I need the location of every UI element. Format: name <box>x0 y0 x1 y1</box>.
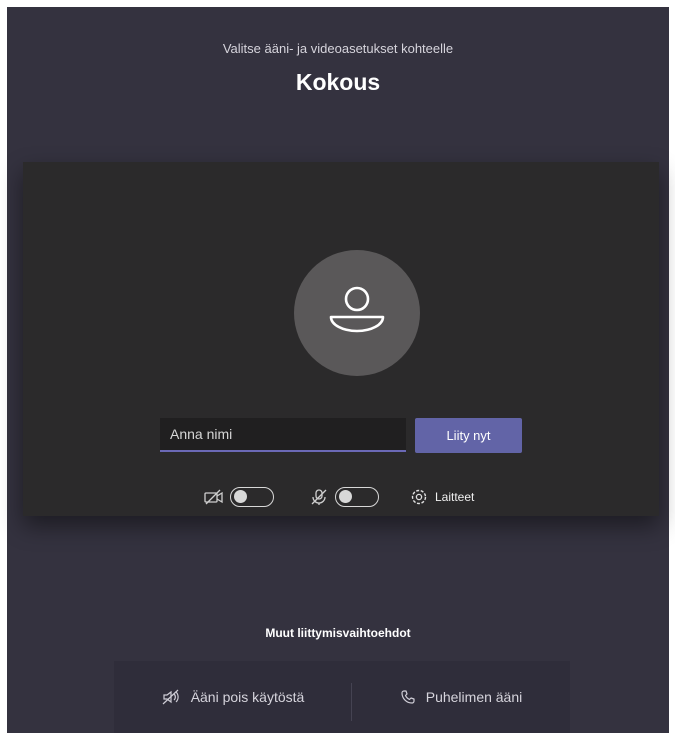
devices-button[interactable]: Laitteet <box>435 490 474 504</box>
mic-toggle-knob <box>339 490 352 503</box>
speaker-off-icon <box>161 689 181 705</box>
gear-icon[interactable] <box>409 487 429 512</box>
person-icon <box>329 286 385 333</box>
avatar <box>294 250 420 376</box>
phone-icon <box>400 689 416 705</box>
media-controls: Laitteet <box>23 484 659 512</box>
meeting-prejoin-screen: Valitse ääni- ja videoasetukset kohteell… <box>7 7 669 733</box>
join-now-button[interactable]: Liity nyt <box>415 418 522 453</box>
name-input[interactable] <box>160 418 406 452</box>
camera-off-icon <box>203 488 225 511</box>
other-join-options: Ääni pois käytöstä Puhelimen ääni <box>114 661 570 733</box>
camera-toggle-knob <box>234 490 247 503</box>
phone-audio-option[interactable]: Puhelimen ääni <box>352 661 570 733</box>
meeting-title: Kokous <box>295 69 381 95</box>
page-subtitle: Valitse ääni- ja videoasetukset kohteell… <box>222 41 454 56</box>
audio-off-option[interactable]: Ääni pois käytöstä <box>114 661 351 733</box>
other-join-options-heading: Muut liittymisvaihtoehdot <box>265 626 411 640</box>
audio-off-label: Ääni pois käytöstä <box>190 689 305 705</box>
mic-off-icon <box>309 488 329 511</box>
mic-toggle[interactable] <box>335 487 379 507</box>
phone-audio-label: Puhelimen ääni <box>425 689 523 705</box>
video-preview-card: Liity nyt <box>23 162 659 516</box>
camera-toggle[interactable] <box>230 487 274 507</box>
